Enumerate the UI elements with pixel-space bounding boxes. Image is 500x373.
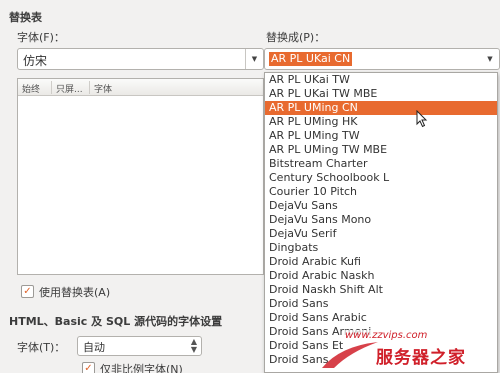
column-header-font[interactable]: 字体	[94, 82, 112, 95]
font-option[interactable]: AR PL UKai TW MBE	[265, 87, 497, 101]
font-option[interactable]: Droid Naskh Shift Alt	[265, 283, 497, 297]
proportional-only-label[interactable]: 仅非比例字体(N)	[100, 361, 183, 373]
watermark-swoosh	[322, 342, 378, 368]
replacement-table[interactable]: 始终 只屏... 字体	[17, 78, 264, 275]
font-option[interactable]: Droid Sans	[265, 297, 497, 311]
font-option[interactable]: DejaVu Sans Mono	[265, 213, 497, 227]
column-header-screen-only[interactable]: 只屏...	[56, 82, 83, 95]
font-combo-value: 仿宋	[23, 54, 48, 68]
proportional-only-checkbox[interactable]: ✓	[82, 362, 95, 373]
watermark-brand: 服务器之家	[376, 348, 466, 368]
table-header: 始终 只屏... 字体	[18, 79, 263, 96]
font-option[interactable]: Courier 10 Pitch	[265, 185, 497, 199]
font-label: 字体(F)：	[17, 31, 65, 44]
font-dropdown-list[interactable]: AR PL UKai TW AR PL UKai TW MBE AR PL UMin…	[264, 72, 498, 373]
chevron-down-icon[interactable]: ▼	[481, 49, 499, 69]
font-combo[interactable]: 仿宋 ▼	[17, 48, 264, 70]
replacement-table-title: 替换表	[9, 11, 42, 24]
column-divider	[51, 81, 52, 94]
font-option[interactable]: AR PL UMing HK	[265, 115, 497, 129]
font-option[interactable]: Droid Sans Arabic	[265, 311, 497, 325]
font-option[interactable]: Dingbats	[265, 241, 497, 255]
font-option[interactable]: DejaVu Serif	[265, 227, 497, 241]
source-font-label: 字体(T)：	[17, 341, 66, 354]
font-option[interactable]: AR PL UKai TW	[265, 73, 497, 87]
watermark-url: www.zzvips.com	[343, 330, 430, 341]
use-table-checkbox[interactable]: ✓	[21, 285, 34, 298]
checkmark-icon: ✓	[23, 285, 32, 297]
font-option[interactable]: AR PL UMing TW MBE	[265, 143, 497, 157]
font-option[interactable]: AR PL UMing TW	[265, 129, 497, 143]
source-code-section-title: HTML、Basic 及 SQL 源代码的字体设置	[9, 315, 223, 328]
replace-with-combo[interactable]: AR PL UKai CN ▼	[264, 48, 500, 70]
replace-with-label: 替换成(P)：	[266, 31, 326, 44]
source-font-select[interactable]: 自动 ▲ ▼	[77, 336, 202, 356]
mouse-pointer-icon	[416, 110, 428, 128]
font-option[interactable]: AR PL UMing CN	[265, 101, 497, 115]
use-table-label[interactable]: 使用替换表(A)	[39, 284, 110, 300]
checkmark-icon: ✓	[84, 362, 93, 373]
column-header-always[interactable]: 始终	[22, 82, 40, 95]
font-option[interactable]: Century Schoolbook L	[265, 171, 497, 185]
chevron-down-icon[interactable]: ▼	[245, 49, 263, 69]
column-divider	[89, 81, 90, 94]
font-option[interactable]: Bitstream Charter	[265, 157, 497, 171]
source-font-value: 自动	[83, 341, 105, 354]
font-option[interactable]: Droid Arabic Naskh	[265, 269, 497, 283]
font-option[interactable]: DejaVu Sans	[265, 199, 497, 213]
font-option[interactable]: Droid Arabic Kufi	[265, 255, 497, 269]
replace-with-value[interactable]: AR PL UKai CN	[269, 52, 353, 66]
updown-icon[interactable]: ▲ ▼	[191, 338, 197, 354]
